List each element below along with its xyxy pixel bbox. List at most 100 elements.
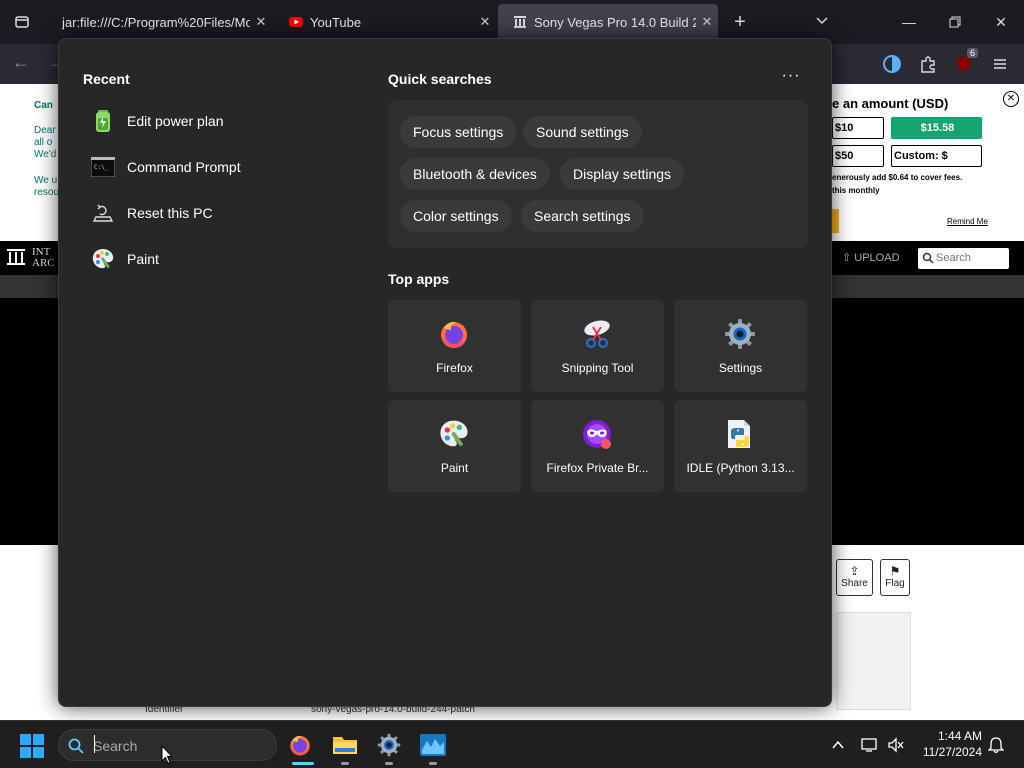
vegas-app-icon	[420, 734, 446, 756]
ublock-button[interactable]: 6	[952, 48, 978, 76]
archive-search-input[interactable]: Search	[918, 248, 1009, 269]
donate-amount-panel: e an amount (USD) $10 $15.58 $50 Custom:…	[832, 84, 1024, 241]
recent-item-paint[interactable]: Paint	[91, 242, 311, 276]
notifications-button[interactable]	[986, 735, 1006, 755]
chip-bluetooth-devices[interactable]: Bluetooth & devices	[400, 158, 550, 190]
restore-icon	[949, 16, 961, 28]
recent-item-command-prompt[interactable]: C:\_ Command Prompt	[91, 150, 311, 184]
share-button[interactable]: ⇪ Share	[836, 559, 873, 596]
python-idle-icon	[728, 420, 750, 448]
hamburger-menu-icon	[994, 59, 1006, 69]
recent-item-label: Command Prompt	[127, 159, 241, 175]
command-prompt-icon: C:\_	[91, 155, 115, 179]
upload-button[interactable]: ⇧ UPLOAD	[842, 251, 900, 264]
banner-arrow-icon	[1012, 124, 1024, 204]
paint-icon	[440, 420, 468, 447]
custom-amount-field[interactable]: Custom: $	[891, 145, 982, 167]
app-tile-settings[interactable]: Settings	[674, 300, 807, 392]
app-tile-paint[interactable]: Paint	[388, 400, 521, 492]
close-tab-icon[interactable]: ✕	[696, 14, 718, 30]
app-tile-snipping-tool[interactable]: Snipping Tool	[531, 300, 664, 392]
close-tab-icon[interactable]: ✕	[474, 14, 496, 30]
chip-sound-settings[interactable]: Sound settings	[523, 116, 642, 148]
folder-icon	[333, 737, 357, 754]
search-placeholder: Search	[936, 252, 971, 264]
banner-heading: Can	[34, 100, 53, 111]
taskbar-search-input[interactable]	[93, 736, 263, 756]
firefox-view-button[interactable]	[0, 0, 44, 44]
banner-line: resou	[34, 187, 58, 198]
close-icon: ✕	[1006, 93, 1016, 104]
minimize-button[interactable]: —	[886, 0, 932, 44]
app-tile-firefox-private[interactable]: Firefox Private Br...	[531, 400, 664, 492]
chip-color-settings[interactable]: Color settings	[400, 200, 512, 232]
tab-youtube[interactable]: YouTube ✕	[274, 4, 496, 40]
amount-10-button[interactable]: $10	[832, 117, 884, 139]
tab-title: Sony Vegas Pro 14.0 Build 244 -	[534, 14, 696, 30]
chip-search-settings[interactable]: Search settings	[521, 200, 644, 232]
running-indicator	[341, 762, 349, 765]
chip-display-settings[interactable]: Display settings	[560, 158, 685, 190]
banner-line: We'd	[34, 149, 57, 160]
new-tab-button[interactable]: +	[728, 10, 752, 34]
more-options-button[interactable]: ···	[779, 67, 803, 87]
list-all-tabs-button[interactable]	[814, 12, 836, 32]
show-hidden-icons-button[interactable]	[828, 735, 848, 755]
amount-15-58-button[interactable]: $15.58	[891, 117, 982, 139]
internet-archive-icon	[514, 16, 526, 28]
top-apps-title: Top apps	[388, 271, 450, 287]
close-window-button[interactable]: ✕	[978, 0, 1024, 44]
display-network-icon	[861, 738, 877, 752]
clock-time: 1:44 AM	[937, 729, 982, 743]
chevron-down-icon	[816, 17, 828, 25]
banner-line: We u	[34, 175, 58, 186]
puzzle-icon	[921, 56, 935, 73]
recent-title: Recent	[83, 71, 130, 87]
network-status-button[interactable]	[860, 735, 880, 755]
svg-text:C:\_: C:\_	[94, 164, 109, 171]
reset-pc-icon	[91, 201, 115, 225]
settings-gear-icon	[725, 319, 755, 349]
recent-item-label: Reset this PC	[127, 205, 213, 221]
snipping-tool-icon	[584, 320, 610, 349]
donate-button-edge[interactable]	[832, 209, 839, 233]
internet-archive-logo-icon[interactable]	[6, 247, 26, 267]
close-icon: ✕	[995, 13, 1007, 30]
app-tile-idle-python[interactable]: IDLE (Python 3.13...	[674, 400, 807, 492]
taskbar-clock[interactable]: 1:44 AM 11/27/2024	[918, 728, 982, 760]
taskbar-file-explorer[interactable]	[329, 729, 361, 765]
extensions-button[interactable]	[916, 52, 940, 76]
vpn-extension-button[interactable]	[880, 52, 904, 76]
recent-item-reset-this-pc[interactable]: Reset this PC	[91, 196, 311, 230]
tab-jar-file[interactable]: jar:file:///C:/Program%20Files/Moz ✕	[48, 4, 272, 40]
app-tile-label: Firefox Private Br...	[546, 461, 649, 475]
app-menu-button[interactable]	[988, 52, 1012, 76]
restore-button[interactable]	[932, 0, 978, 44]
tab-sony-vegas[interactable]: Sony Vegas Pro 14.0 Build 244 - ✕	[498, 4, 718, 40]
taskbar-firefox[interactable]	[284, 729, 316, 765]
app-tile-firefox[interactable]: Firefox	[388, 300, 521, 392]
firefox-icon	[290, 735, 310, 756]
banner-close-button[interactable]: ✕	[1003, 91, 1019, 107]
firefox-private-icon	[583, 420, 611, 449]
taskbar-settings[interactable]	[373, 729, 405, 765]
monthly-note: this monthly	[832, 186, 880, 195]
flag-icon: ⚑	[889, 564, 901, 578]
item-preview-box	[836, 612, 911, 710]
amount-50-button[interactable]: $50	[832, 145, 884, 167]
windows-start-button[interactable]	[20, 734, 44, 758]
recent-item-edit-power-plan[interactable]: Edit power plan	[91, 104, 311, 138]
search-icon	[68, 738, 84, 754]
flag-label: Flag	[885, 578, 905, 589]
volume-button[interactable]	[886, 735, 906, 755]
taskbar: 1:44 AM 11/27/2024	[0, 720, 1024, 768]
taskbar-vegas[interactable]	[417, 729, 449, 765]
text-caret	[94, 735, 95, 753]
running-indicator	[292, 762, 314, 765]
upload-label: UPLOAD	[854, 252, 900, 264]
flag-button[interactable]: ⚑ Flag	[880, 559, 910, 596]
chip-focus-settings[interactable]: Focus settings	[400, 116, 517, 148]
back-button[interactable]: ←	[12, 52, 36, 76]
remind-me-link[interactable]: Remind Me	[947, 217, 988, 226]
close-tab-icon[interactable]: ✕	[250, 14, 272, 30]
